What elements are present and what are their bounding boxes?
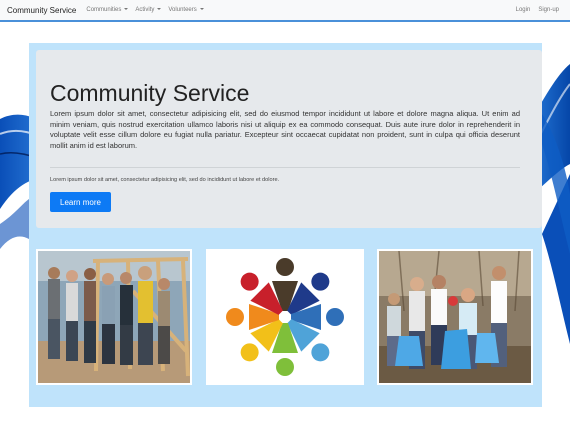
nav-volunteers[interactable]: Volunteers [168,7,204,13]
learn-more-button[interactable]: Learn more [50,192,111,212]
page-title: Community Service [50,80,250,106]
logo-figure-head [311,272,330,291]
logo-figure-head [226,308,244,326]
navbar: Community Service Communities Activity V… [0,0,570,22]
caret-down-icon [199,8,204,11]
logo-figure-head [240,343,259,362]
volunteers-building-frame-photo [38,251,190,383]
volunteers-cleanup-photo [379,251,531,383]
divider [50,167,520,168]
logo-figure-head [240,272,259,291]
signup-link[interactable]: Sign-up [538,7,559,13]
caret-down-icon [124,8,129,11]
logo-figure-head [276,258,294,276]
login-link[interactable]: Login [516,7,531,13]
photo-card-building [36,249,192,385]
photo-card-cleanup [377,249,533,385]
nav-right: Login Sign-up [508,7,559,13]
lead-paragraph: Lorem ipsum dolor sit amet, consectetur … [50,109,520,150]
community-circle-logo [208,251,362,383]
secondary-text: Lorem ipsum dolor sit amet, consectetur … [50,177,280,183]
main-container: Community Service Lorem ipsum dolor sit … [29,43,542,407]
photo-card-logo [206,249,364,385]
logo-figure-head [311,343,330,362]
nav-communities[interactable]: Communities [86,7,129,13]
logo-figure-head [276,358,294,376]
jumbotron: Community Service Lorem ipsum dolor sit … [36,50,542,228]
nav-activity[interactable]: Activity [135,7,162,13]
logo-figure-head [326,308,344,326]
brand-title[interactable]: Community Service [7,6,76,15]
caret-down-icon [157,8,162,11]
